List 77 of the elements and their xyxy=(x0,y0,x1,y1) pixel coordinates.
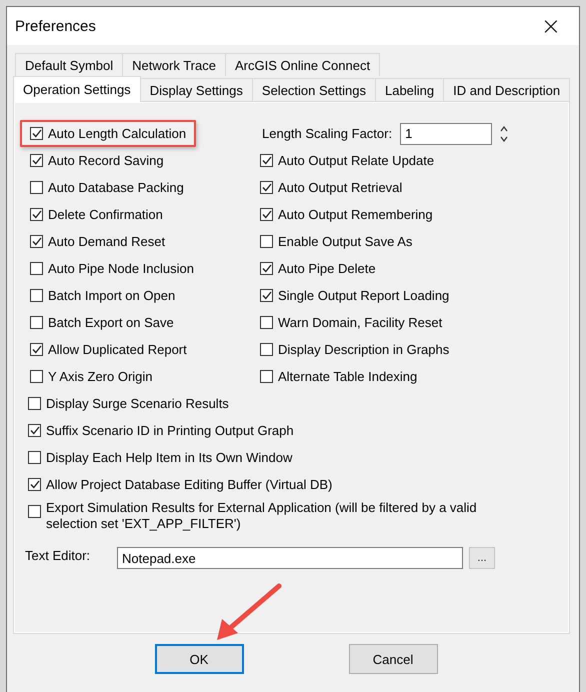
browse-button[interactable]: ... xyxy=(469,547,495,569)
checkbox[interactable] xyxy=(260,343,273,356)
checkmark-icon xyxy=(262,156,272,165)
checkbox-label: Export Simulation Results for External Application (will be filtered by a valid selection set 'EXT_APP_FILTER') xyxy=(46,500,478,532)
checkbox-label: Auto Demand Reset xyxy=(48,234,166,249)
checkbox-label: Display Description in Graphs xyxy=(278,342,450,357)
checkbox-label: Alternate Table Indexing xyxy=(278,369,418,384)
checkmark-icon xyxy=(32,210,42,219)
checkbox-label: Auto Pipe Node Inclusion xyxy=(48,261,194,276)
tab[interactable]: Display Settings xyxy=(140,78,253,101)
checkbox[interactable] xyxy=(260,289,273,302)
tab[interactable]: Operation Settings xyxy=(13,76,141,102)
dialog-button[interactable]: Cancel xyxy=(348,644,438,674)
scaling-factor-field[interactable]: 1 xyxy=(400,122,492,144)
checkbox[interactable] xyxy=(30,343,43,356)
tab[interactable]: ID and Description xyxy=(443,78,570,101)
checkbox-label: Allow Duplicated Report xyxy=(48,342,187,357)
checkbox-label: Single Output Report Loading xyxy=(278,288,450,303)
dialog-button[interactable]: OK xyxy=(154,644,244,674)
checkbox-label: Auto Database Packing xyxy=(48,180,184,195)
checkbox[interactable] xyxy=(30,316,43,329)
checkbox-label: Warn Domain, Facility Reset xyxy=(278,315,442,330)
checkbox[interactable] xyxy=(260,370,273,383)
checkbox[interactable] xyxy=(30,154,43,167)
checkmark-icon xyxy=(32,156,42,165)
checkbox[interactable] xyxy=(28,424,41,437)
checkmark-icon xyxy=(262,183,272,192)
checkbox[interactable] xyxy=(260,235,273,248)
checkbox[interactable] xyxy=(30,181,43,194)
checkbox[interactable] xyxy=(28,505,41,518)
checkmark-icon xyxy=(30,426,40,435)
tab[interactable]: Selection Settings xyxy=(252,78,376,101)
checkmark-icon xyxy=(262,291,272,300)
checkbox[interactable] xyxy=(30,262,43,275)
checkbox[interactable] xyxy=(260,262,273,275)
checkbox-label: Display Each Help Item in Its Own Window xyxy=(46,450,292,465)
checkbox-label: Batch Export on Save xyxy=(48,315,174,330)
checkbox[interactable] xyxy=(30,235,43,248)
checkmark-icon xyxy=(262,210,272,219)
checkbox[interactable] xyxy=(260,208,273,221)
checkbox-label: Auto Pipe Delete xyxy=(278,261,376,276)
tab[interactable]: ArcGIS Online Connect xyxy=(224,53,380,76)
checkbox-label: Suffix Scenario ID in Printing Output Graph xyxy=(46,423,294,438)
close-button[interactable]: × xyxy=(536,14,565,38)
spinner-icon[interactable] xyxy=(500,124,508,142)
checkmark-icon xyxy=(30,480,40,489)
checkbox-label: Display Surge Scenario Results xyxy=(46,396,229,411)
checkmark-icon xyxy=(262,264,272,273)
field-label: Text Editor: xyxy=(25,548,92,562)
checkbox[interactable] xyxy=(30,208,43,221)
checkbox-label: Auto Output Relate Update xyxy=(278,153,434,168)
checkbox[interactable] xyxy=(28,478,41,491)
checkbox[interactable] xyxy=(30,370,43,383)
checkbox[interactable] xyxy=(28,451,41,464)
field-label: Length Scaling Factor: xyxy=(262,126,392,141)
checkbox-label: Auto Record Saving xyxy=(48,153,164,168)
checkbox-label: Enable Output Save As xyxy=(278,234,412,249)
checkbox-label: Delete Confirmation xyxy=(48,207,163,222)
checkmark-icon xyxy=(32,237,42,246)
tab[interactable]: Default Symbol xyxy=(15,53,124,76)
checkbox[interactable] xyxy=(30,127,43,140)
checkmark-icon xyxy=(32,129,42,138)
checkbox[interactable] xyxy=(30,289,43,302)
checkbox-label: Y Axis Zero Origin xyxy=(48,369,153,384)
tab[interactable]: Labeling xyxy=(374,78,444,101)
checkbox[interactable] xyxy=(260,154,273,167)
text-editor-field[interactable]: Notepad.exe xyxy=(117,547,463,569)
checkbox-label: Auto Output Remembering xyxy=(278,207,433,222)
checkbox[interactable] xyxy=(260,316,273,329)
checkbox-label: Auto Output Retrieval xyxy=(278,180,402,195)
checkbox-label: Allow Project Database Editing Buffer (Virtual DB) xyxy=(46,477,332,492)
checkbox[interactable] xyxy=(28,397,41,410)
checkmark-icon xyxy=(32,345,42,354)
checkbox-label: Auto Length Calculation xyxy=(48,126,186,141)
checkbox[interactable] xyxy=(260,181,273,194)
checkbox-label: Batch Import on Open xyxy=(48,288,176,303)
window-title: Preferences xyxy=(15,18,96,34)
